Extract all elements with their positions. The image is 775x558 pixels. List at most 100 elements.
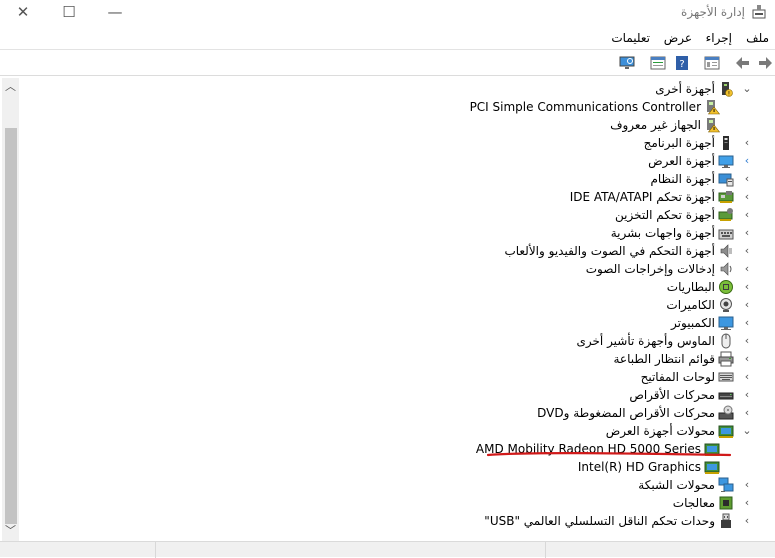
storage-controller-icon [718, 208, 733, 221]
tree-item-label: محركات الأقراص المضغوطة وDVD [537, 406, 715, 420]
tree-category-item[interactable]: ‹ قوائم انتظار الطباعة [35, 350, 775, 368]
tree-item-label: إدخالات وإخراجات الصوت [585, 262, 715, 276]
tree-category-item[interactable]: ‹ أجهزة العرض [35, 152, 775, 170]
monitor-icon[interactable] [618, 54, 636, 72]
annotation-underline [487, 452, 731, 457]
tree-device-item[interactable]: PCI Simple Communications Controller [35, 98, 775, 116]
display-adapter-icon [718, 425, 734, 438]
collapse-chevron-icon[interactable]: ‹ [740, 188, 754, 206]
tree-category-item[interactable]: ‹ أجهزة التحكم في الصوت والفيديو والألعاب [35, 242, 775, 260]
collapse-chevron-icon[interactable]: ‹ [740, 242, 754, 260]
menu-help[interactable]: تعليمات [611, 31, 650, 45]
minimize-button[interactable]: — [92, 0, 138, 26]
collapse-chevron-icon[interactable]: ‹ [740, 404, 754, 422]
network-adapter-icon [718, 477, 734, 492]
tree-category-item[interactable]: ‹ أجهزة البرنامج [35, 134, 775, 152]
scroll-thumb[interactable] [5, 128, 17, 524]
tree-item-label: محركات الأقراص [629, 388, 715, 402]
collapse-chevron-icon[interactable]: ‹ [740, 278, 754, 296]
vertical-scrollbar[interactable]: ︿ ﹀ [2, 78, 19, 541]
tree-item-label: أجهزة النظام [650, 172, 715, 186]
menu-view[interactable]: عرض [664, 31, 692, 45]
svg-text:!: ! [728, 91, 730, 98]
forward-icon[interactable] [756, 54, 774, 72]
tree-item-label: البطاريات [666, 280, 715, 294]
details-icon[interactable] [649, 54, 667, 72]
expand-chevron-down-icon[interactable]: ⌄ [740, 80, 754, 98]
tree-category-item[interactable]: ‹ الكاميرات [35, 296, 775, 314]
warning-device-icon [707, 118, 720, 133]
expand-chevron-down-icon[interactable]: ⌄ [740, 422, 754, 440]
camera-icon [720, 298, 732, 312]
tree-category-item[interactable]: ‹ البطاريات [35, 278, 775, 296]
mouse-icon [721, 333, 731, 349]
collapse-chevron-icon[interactable]: ‹ [740, 152, 754, 170]
tree-item-label: PCI Simple Communications Controller [469, 100, 701, 114]
computer-icon [718, 316, 734, 330]
help-icon[interactable]: ? [673, 54, 691, 72]
back-icon[interactable] [734, 54, 752, 72]
properties-icon[interactable] [703, 54, 721, 72]
tree-category-item[interactable]: ‹ محركات الأقراص [35, 386, 775, 404]
collapse-chevron-icon[interactable]: ‹ [740, 260, 754, 278]
tree-item-label: قوائم انتظار الطباعة [613, 352, 715, 366]
collapse-chevron-icon[interactable]: ‹ [740, 368, 754, 386]
tree-category-item[interactable]: ‹ محولات الشبكة [35, 476, 775, 494]
collapse-chevron-icon[interactable]: ‹ [740, 224, 754, 242]
tree-category-item[interactable]: ‹ أجهزة واجهات بشرية [35, 224, 775, 242]
keyboard-icon [718, 372, 734, 382]
tree-item-label: الجهاز غير معروف [610, 118, 701, 132]
tree-category-item[interactable]: ‹ الكمبيوتر [35, 314, 775, 332]
tree-category-item[interactable]: ⌄! أجهزة أخرى [35, 80, 775, 98]
collapse-chevron-icon[interactable]: ‹ [740, 386, 754, 404]
tree-item-label: وحدات تحكم الناقل التسلسلي العالمي "USB" [484, 514, 715, 528]
collapse-chevron-icon[interactable]: ‹ [740, 494, 754, 512]
ide-controller-icon [718, 191, 734, 203]
tree-category-item[interactable]: ⌄ محولات أجهزة العرض [35, 422, 775, 440]
tree-category-item[interactable]: ‹ محركات الأقراص المضغوطة وDVD [35, 404, 775, 422]
tree-item-label: أجهزة واجهات بشرية [610, 226, 715, 240]
tree-category-item[interactable]: ‹ معالجات [35, 494, 775, 512]
menu-bar: ملف إجراء عرض تعليمات [0, 29, 775, 48]
menu-action[interactable]: إجراء [706, 31, 732, 45]
collapse-chevron-icon[interactable]: ‹ [740, 476, 754, 494]
printer-icon [718, 351, 734, 367]
device-tree[interactable]: ︿ ﹀ ⌄! أجهزة أخرى PCI Simple Communication… [0, 78, 775, 541]
tree-device-item[interactable]: Intel(R) HD Graphics [35, 458, 775, 476]
maximize-button[interactable]: ☐ [46, 0, 92, 26]
tree-item-label: Intel(R) HD Graphics [577, 460, 701, 474]
hid-icon [718, 229, 734, 240]
usb-icon [721, 513, 731, 528]
collapse-chevron-icon[interactable]: ‹ [740, 170, 754, 188]
close-button[interactable]: ✕ [0, 0, 46, 26]
battery-icon [719, 280, 733, 294]
collapse-chevron-icon[interactable]: ‹ [740, 296, 754, 314]
collapse-chevron-icon[interactable]: ‹ [740, 134, 754, 152]
collapse-chevron-icon[interactable]: ‹ [740, 314, 754, 332]
tree-category-item[interactable]: ‹ أجهزة تحكم IDE ATA/ATAPI [35, 188, 775, 206]
menu-file[interactable]: ملف [746, 31, 769, 45]
tree-category-item[interactable]: ‹ إدخالات وإخراجات الصوت [35, 260, 775, 278]
collapse-chevron-icon[interactable]: ‹ [740, 206, 754, 224]
tree-item-label: أجهزة البرنامج [643, 136, 715, 150]
tree-item-label: أجهزة تحكم IDE ATA/ATAPI [569, 190, 715, 204]
tree-item-label: أجهزة العرض [648, 154, 715, 168]
scroll-up-arrow-icon[interactable]: ︿ [2, 80, 19, 94]
tree-category-item[interactable]: ‹ أجهزة النظام [35, 170, 775, 188]
collapse-chevron-icon[interactable]: ‹ [740, 512, 754, 530]
tree-category-item[interactable]: ‹ لوحات المفاتيح [35, 368, 775, 386]
scroll-down-arrow-icon[interactable]: ﹀ [2, 524, 19, 538]
sound-icon [720, 244, 732, 258]
dvd-drive-icon [718, 405, 734, 420]
collapse-chevron-icon[interactable]: ‹ [740, 332, 754, 350]
tree-item-label: أجهزة أخرى [655, 82, 715, 96]
status-divider [155, 542, 156, 558]
collapse-chevron-icon[interactable]: ‹ [740, 350, 754, 368]
tree-category-item[interactable]: ‹ أجهزة تحكم التخزين [35, 206, 775, 224]
tree-category-item[interactable]: ‹ وحدات تحكم الناقل التسلسلي العالمي "USB… [35, 512, 775, 530]
status-divider [545, 542, 546, 558]
tree-item-label: محولات أجهزة العرض [605, 424, 715, 438]
tree-category-item[interactable]: ‹ الماوس وأجهزة تأشير أخرى [35, 332, 775, 350]
tree-item-label: أجهزة التحكم في الصوت والفيديو والألعاب [504, 244, 715, 258]
tree-device-item[interactable]: الجهاز غير معروف [35, 116, 775, 134]
